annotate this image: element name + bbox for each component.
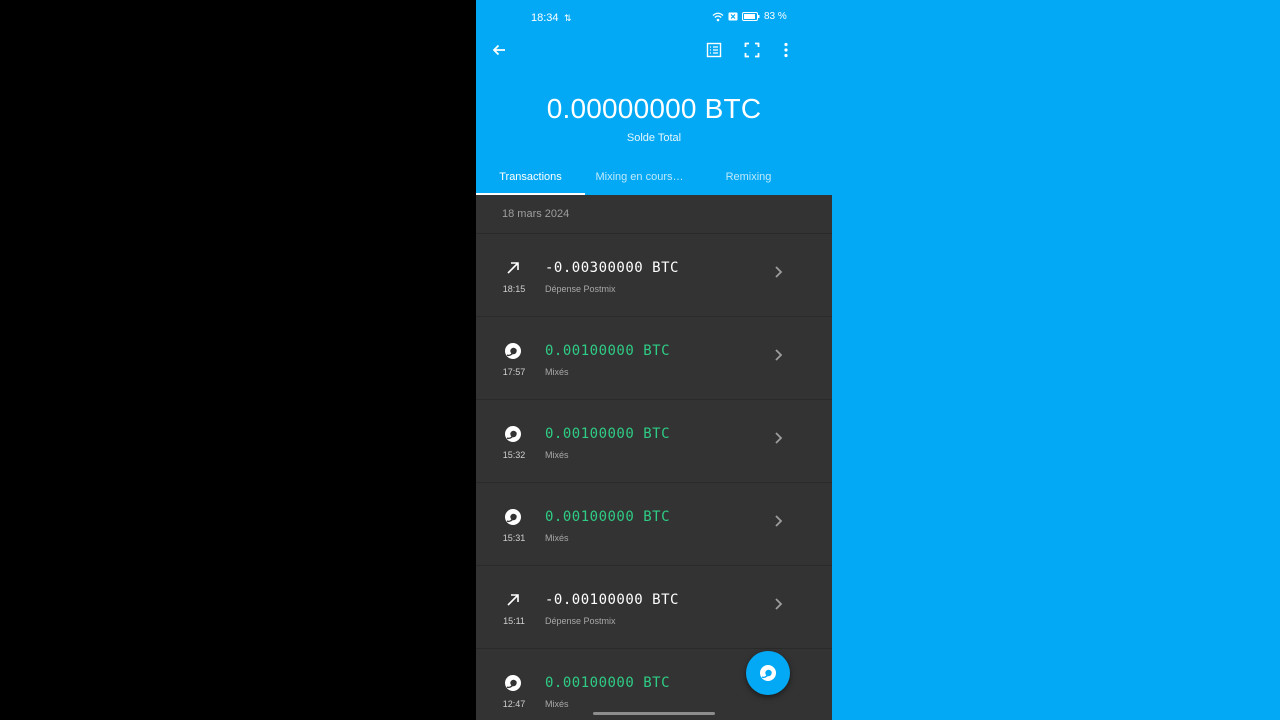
whirlpool-icon: [502, 340, 524, 362]
tab-bar: Transactions Mixing en cours… Remixing: [476, 160, 832, 195]
chevron-right-icon: [775, 266, 783, 278]
status-time: 18:34: [531, 12, 559, 24]
total-balance: 0.00000000 BTC: [546, 93, 762, 124]
chevron-right-icon: [775, 515, 783, 527]
gesture-home-bar[interactable]: [593, 712, 715, 715]
transaction-row[interactable]: 15:31 0.00100000 BTC Mixés: [476, 482, 832, 565]
scan-button[interactable]: [740, 38, 764, 62]
transaction-time: 18:15: [502, 284, 526, 294]
whirlpool-icon: [502, 506, 524, 528]
tab-remixing[interactable]: Remixing: [694, 160, 803, 195]
transaction-type: Dépense Postmix: [545, 616, 616, 626]
more-options-button[interactable]: [774, 38, 798, 62]
fullscreen-icon: [744, 42, 760, 58]
chevron-right-icon: [775, 598, 783, 610]
tab-transactions[interactable]: Transactions: [476, 160, 585, 195]
data-sync-icon: ⇅: [564, 13, 572, 23]
total-balance-label: Solde Total: [626, 132, 682, 144]
transaction-time: 12:47: [502, 699, 526, 709]
date-header: 18 mars 2024: [502, 208, 570, 220]
transaction-amount: -0.00300000 BTC: [545, 260, 679, 276]
transaction-type: Mixés: [545, 533, 569, 543]
transaction-type: Mixés: [545, 367, 569, 377]
transaction-amount: -0.00100000 BTC: [545, 592, 679, 608]
whirlpool-fab-button[interactable]: [746, 651, 790, 695]
transaction-time: 17:57: [502, 367, 526, 377]
transaction-type: Dépense Postmix: [545, 284, 616, 294]
transaction-amount: 0.00100000 BTC: [545, 509, 671, 525]
back-button[interactable]: [487, 38, 511, 62]
more-vert-icon: [784, 42, 788, 58]
left-black-panel: [0, 0, 476, 720]
tab-mixing-in-progress[interactable]: Mixing en cours…: [585, 160, 694, 195]
transaction-type: Mixés: [545, 699, 569, 709]
receipt-icon: [706, 42, 722, 58]
transaction-time: 15:32: [502, 450, 526, 460]
transaction-row[interactable]: 15:11 -0.00100000 BTC Dépense Postmix: [476, 565, 832, 648]
transaction-amount: 0.00100000 BTC: [545, 675, 671, 691]
receipt-button[interactable]: [702, 38, 726, 62]
whirlpool-icon: [502, 423, 524, 445]
chevron-right-icon: [775, 349, 783, 361]
wifi-icon: [712, 12, 724, 21]
transaction-time: 15:11: [503, 616, 525, 626]
chevron-right-icon: [775, 432, 783, 444]
arrow-left-icon: [492, 44, 505, 56]
transaction-list: 18 mars 2024 18:15 -0.00300000 BTC Dépen…: [476, 195, 832, 720]
status-indicators: 83 %: [712, 11, 787, 22]
transaction-type: Mixés: [545, 450, 569, 460]
transaction-amount: 0.00100000 BTC: [545, 343, 671, 359]
battery-percent: 83 %: [764, 11, 787, 22]
battery-icon: [742, 12, 760, 21]
transaction-row[interactable]: 18:15 -0.00300000 BTC Dépense Postmix: [476, 233, 832, 316]
whirlpool-icon: [502, 672, 524, 694]
app-header: 18:34 ⇅ 83 % 0.00000000 BTC Solde Total …: [476, 0, 832, 195]
arrow-up-right-icon: [502, 257, 524, 279]
arrow-up-right-icon: [502, 589, 524, 611]
transaction-row[interactable]: 15:32 0.00100000 BTC Mixés: [476, 399, 832, 482]
whirlpool-icon: [760, 665, 776, 681]
transaction-time: 15:31: [502, 533, 526, 543]
transaction-row[interactable]: 17:57 0.00100000 BTC Mixés: [476, 316, 832, 399]
transaction-amount: 0.00100000 BTC: [545, 426, 671, 442]
sim-x-icon: [728, 12, 738, 21]
phone-screen: 18:34 ⇅ 83 % 0.00000000 BTC Solde Total …: [476, 0, 832, 720]
